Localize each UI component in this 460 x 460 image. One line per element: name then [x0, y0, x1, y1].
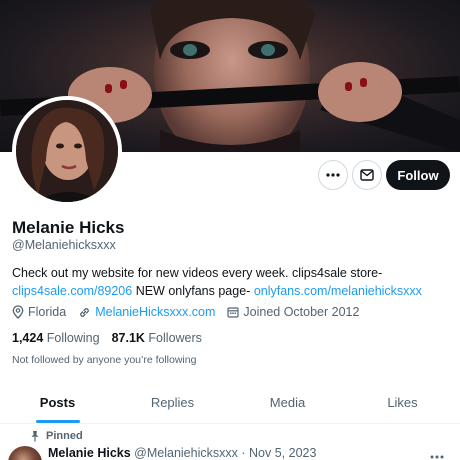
- joined-text: Joined October 2012: [243, 305, 360, 319]
- message-button[interactable]: [352, 160, 382, 190]
- profile-name: Melanie Hicks: [12, 218, 125, 237]
- post-author-handle[interactable]: @Melaniehicksxxx: [134, 446, 238, 460]
- bio-link-clips4sale[interactable]: clips4sale.com/89206: [12, 284, 132, 298]
- post-more-button[interactable]: [430, 446, 444, 460]
- calendar-icon: [227, 306, 239, 318]
- tab-label: Likes: [387, 395, 418, 410]
- not-followed-note: Not followed by anyone you’re following: [12, 354, 197, 366]
- tab-likes[interactable]: Likes: [345, 384, 460, 423]
- followers-count: 87.1K: [111, 331, 145, 345]
- pinned-indicator: Pinned: [30, 430, 83, 442]
- more-options-button[interactable]: [318, 160, 348, 190]
- post-header: Melanie Hicks @Melaniehicksxxx · Nov 5, …: [48, 446, 316, 460]
- tab-label: Posts: [39, 395, 76, 410]
- pin-icon: [30, 430, 40, 442]
- following-link[interactable]: 1,424 Following: [12, 331, 100, 345]
- bio-text: Check out my website for new videos ever…: [12, 266, 383, 280]
- pinned-label: Pinned: [46, 430, 83, 442]
- location-text: Florida: [28, 305, 67, 319]
- location-pin-icon: [12, 305, 24, 319]
- envelope-icon: [360, 169, 374, 181]
- post-author-avatar[interactable]: [8, 446, 42, 460]
- website-link[interactable]: MelanieHicksxxx.com: [95, 305, 215, 319]
- profile-tabs: Posts Replies Media Likes: [0, 384, 460, 424]
- link-icon: [78, 306, 91, 319]
- following-count: 1,424: [12, 331, 44, 345]
- tab-media[interactable]: Media: [230, 384, 345, 423]
- avatar[interactable]: [16, 100, 118, 202]
- follow-counts: 1,424 Following 87.1K Followers: [12, 331, 202, 345]
- tab-posts[interactable]: Posts: [0, 384, 115, 423]
- tab-replies[interactable]: Replies: [115, 384, 230, 423]
- avatar-image: [16, 100, 118, 202]
- website-item: MelanieHicksxxx.com: [78, 305, 215, 319]
- tab-label: Media: [269, 395, 306, 410]
- followers-label: Followers: [148, 331, 202, 345]
- bio-middle-text: NEW onlyfans page-: [132, 284, 254, 298]
- profile-meta: Florida MelanieHicksxxx.com Joined Octob…: [12, 305, 371, 319]
- post-author-name[interactable]: Melanie Hicks: [48, 446, 131, 460]
- profile-handle: @Melaniehicksxxx: [12, 238, 116, 252]
- joined-item: Joined October 2012: [227, 305, 359, 319]
- followers-link[interactable]: 87.1K Followers: [112, 331, 202, 345]
- follow-button[interactable]: Follow: [386, 160, 450, 190]
- post-separator: ·: [241, 446, 246, 460]
- profile-bio: Check out my website for new videos ever…: [12, 264, 452, 300]
- post-date[interactable]: Nov 5, 2023: [249, 446, 316, 460]
- location-item: Florida: [12, 305, 66, 319]
- following-label: Following: [46, 331, 100, 345]
- bio-link-onlyfans[interactable]: onlyfans.com/melaniehicksxxx: [254, 284, 422, 298]
- more-horizontal-icon: [326, 173, 340, 177]
- avatar-frame[interactable]: [12, 96, 122, 206]
- active-tab-indicator: [35, 420, 80, 423]
- more-horizontal-icon: [430, 455, 444, 459]
- tab-label: Replies: [150, 395, 195, 410]
